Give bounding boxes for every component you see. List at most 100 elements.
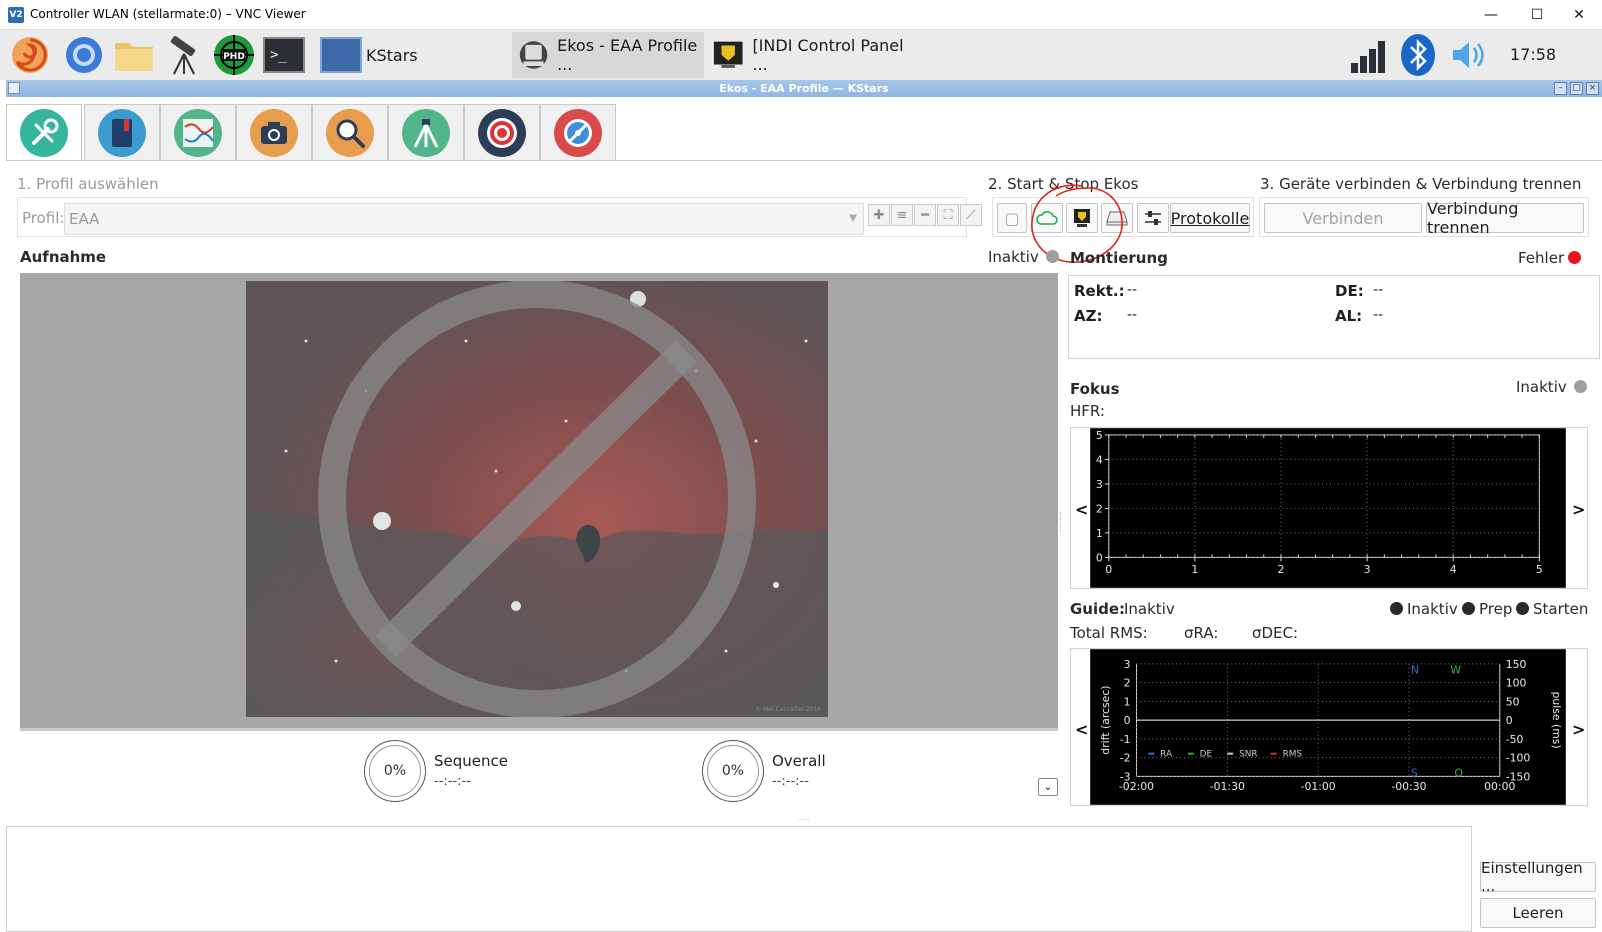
- guide-crosshair-icon: [554, 108, 602, 157]
- overall-percent: 0%: [721, 763, 745, 779]
- focus-y-tick-label: 1: [1096, 527, 1103, 540]
- tab-align[interactable]: [464, 104, 540, 160]
- guide-option-inaktiv[interactable]: Inaktiv: [1390, 600, 1458, 618]
- options-button[interactable]: [1137, 203, 1169, 233]
- focus-x-tick-label: 5: [1536, 563, 1543, 576]
- guide-next-button[interactable]: >: [1572, 720, 1585, 739]
- profile-wizard-button[interactable]: ⟋: [960, 204, 982, 226]
- logs-button[interactable]: Protokolle: [1170, 203, 1250, 233]
- ekos-maximize-button[interactable]: □: [1570, 82, 1583, 95]
- minimize-button[interactable]: —: [1468, 0, 1514, 30]
- tab-analyze[interactable]: [160, 104, 236, 160]
- image-watermark: © Mel Canceller 2016: [755, 706, 821, 713]
- compass-east: O: [1454, 766, 1463, 779]
- profile-field-label: Profil:: [22, 209, 65, 227]
- add-profile-button[interactable]: ✚: [868, 204, 890, 226]
- guide-y-tick-label: -1: [1120, 733, 1131, 746]
- guide-option-starten[interactable]: Starten: [1516, 600, 1588, 618]
- close-button[interactable]: ✕: [1556, 0, 1602, 30]
- focus-y-tick-label: 5: [1096, 429, 1103, 442]
- disconnect-button[interactable]: Verbindung trennen: [1426, 199, 1584, 237]
- splitter-handle[interactable]: [1060, 512, 1064, 532]
- telescope-icon[interactable]: [162, 33, 206, 77]
- sequence-percent: 0%: [383, 763, 407, 779]
- sigma-dec-label: σDEC:: [1252, 624, 1299, 642]
- file-manager-icon[interactable]: [112, 33, 156, 77]
- profile-select[interactable]: EAA ▼: [64, 203, 864, 235]
- guide-title: Guide:: [1070, 600, 1126, 618]
- network-signal-icon[interactable]: [1346, 33, 1390, 77]
- taskbar: PHD >_ KStars Ekos - EAA Profile ... [IN…: [0, 30, 1602, 80]
- radio-dot-icon: [1516, 602, 1529, 615]
- tab-capture[interactable]: [236, 104, 312, 160]
- ra-label: Rekt.:: [1074, 282, 1125, 300]
- capture-status: Inaktiv: [988, 248, 1039, 266]
- tab-scheduler[interactable]: [84, 104, 160, 160]
- tab-setup[interactable]: [6, 104, 82, 161]
- log-splitter[interactable]: ······: [6, 818, 1602, 824]
- guide-legend-label: RA: [1160, 750, 1172, 760]
- tab-focus[interactable]: [312, 104, 388, 160]
- mount-coords-panel: Rekt.: -- AZ: -- DE: -- AL: --: [1068, 275, 1600, 359]
- devices-section-label: 3. Geräte verbinden & Verbindung trennen: [1260, 175, 1582, 193]
- edit-profile-button[interactable]: ≡: [891, 204, 913, 226]
- phd2-guiding-icon[interactable]: PHD: [212, 33, 256, 77]
- focus-prev-button[interactable]: <: [1075, 500, 1088, 519]
- focus-y-tick-label: 3: [1096, 478, 1103, 491]
- profile-scripts-button[interactable]: ⛶: [937, 204, 959, 226]
- de-label: DE:: [1335, 282, 1364, 300]
- guide-option-starten-label: Starten: [1533, 600, 1589, 618]
- guide-y2-tick-label: 0: [1506, 714, 1513, 727]
- clear-log-button[interactable]: Leeren: [1480, 898, 1596, 928]
- task-kstars[interactable]: KStars: [314, 32, 504, 78]
- guide-y-axis-label: drift (arcsec): [1099, 685, 1112, 754]
- guide-y2-tick-label: 150: [1506, 658, 1527, 671]
- profile-value: EAA: [69, 210, 100, 228]
- radio-dot-icon: [1390, 602, 1403, 615]
- guide-drift-chart: -02:00 -01:30 -01:00 -00:30 00:00-3-2-10123-…: [1090, 649, 1566, 805]
- connect-button[interactable]: Verbinden: [1264, 203, 1422, 233]
- focus-x-tick-label: 3: [1364, 563, 1371, 576]
- capture-preview: © Mel Canceller 2016: [20, 273, 1058, 731]
- expand-button[interactable]: ⌄: [1038, 778, 1058, 796]
- guide-option-prep[interactable]: Prep: [1462, 600, 1512, 618]
- focus-x-tick-label: 0: [1105, 563, 1112, 576]
- volume-icon[interactable]: [1446, 33, 1490, 77]
- ekos-minimize-button[interactable]: –: [1554, 82, 1567, 95]
- focus-next-button[interactable]: >: [1572, 500, 1585, 519]
- guide-y-tick-label: -2: [1120, 752, 1131, 765]
- mount-title: Montierung: [1070, 249, 1168, 267]
- sequence-label: Sequence: [434, 752, 508, 770]
- bluetooth-icon[interactable]: [1396, 33, 1440, 77]
- task-ekos-label: Ekos - EAA Profile ...: [557, 36, 698, 74]
- tab-mount[interactable]: [388, 104, 464, 160]
- task-kstars-label: KStars: [366, 45, 418, 65]
- guide-y2-axis-label: pulse (ms): [1550, 691, 1563, 748]
- ekos-close-button[interactable]: ×: [1586, 82, 1599, 95]
- guide-legend-label: DE: [1200, 750, 1213, 760]
- guide-option-inaktiv-label: Inaktiv: [1407, 600, 1458, 618]
- task-ekos[interactable]: Ekos - EAA Profile ...: [512, 32, 704, 78]
- notebook-icon: [98, 108, 146, 157]
- guide-y2-tick-label: 100: [1506, 677, 1527, 690]
- kstars-window-icon: [320, 37, 362, 73]
- remove-profile-button[interactable]: ━: [914, 204, 936, 226]
- settings-button[interactable]: Einstellungen ...: [1480, 859, 1596, 895]
- terminal-icon[interactable]: >_: [262, 33, 306, 77]
- tab-guide[interactable]: [540, 104, 616, 160]
- guide-y-tick-label: 1: [1124, 695, 1131, 708]
- log-output[interactable]: [6, 826, 1472, 932]
- guide-prev-button[interactable]: <: [1075, 720, 1088, 739]
- guide-status: Inaktiv: [1124, 600, 1175, 618]
- stop-ekos-button[interactable]: ▢: [997, 203, 1027, 233]
- task-indi-control-panel[interactable]: [INDI Control Panel ...: [706, 32, 916, 78]
- maximize-button[interactable]: ☐: [1514, 0, 1560, 30]
- window-menu-icon[interactable]: [8, 82, 20, 94]
- overall-label: Overall: [772, 752, 826, 770]
- chromium-icon[interactable]: [62, 33, 106, 77]
- guide-x-tick-label: -01:30: [1210, 780, 1245, 793]
- guide-y2-tick-label: -100: [1506, 752, 1531, 765]
- raspberry-menu-icon[interactable]: [8, 33, 52, 77]
- sequence-time: --:--:--: [434, 774, 471, 789]
- guide-y-tick-label: -3: [1120, 770, 1131, 783]
